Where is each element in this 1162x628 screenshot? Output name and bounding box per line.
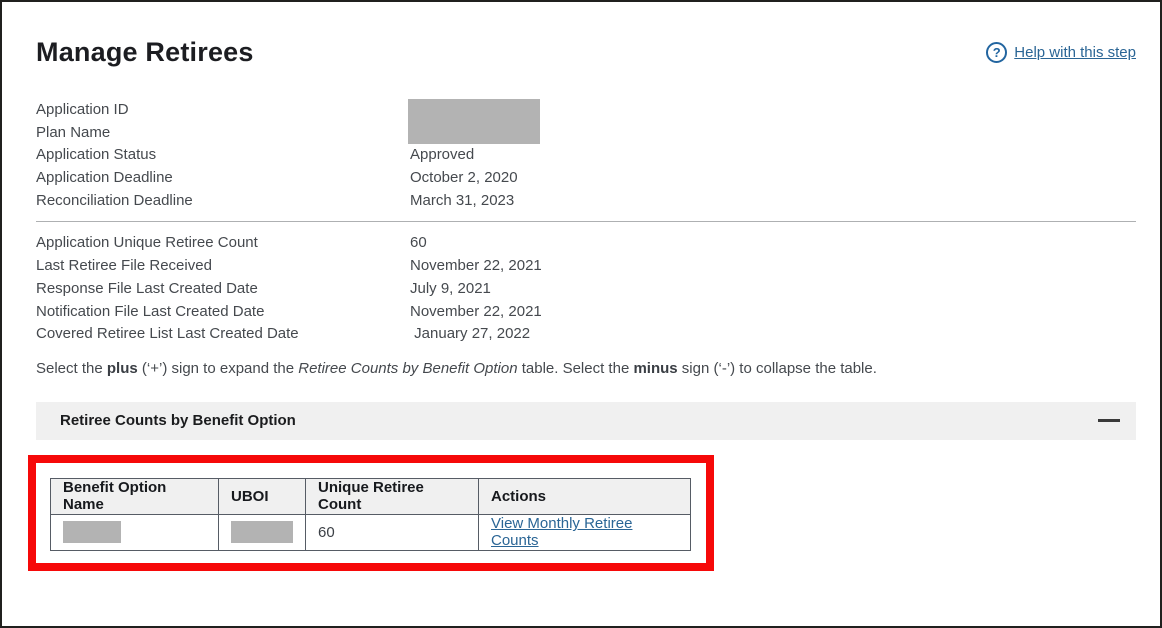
help-with-this-step-link[interactable]: ? Help with this step [986, 42, 1136, 63]
table-row: 60 View Monthly Retiree Counts [51, 514, 691, 550]
instruction-text: sign (‘-’) to collapse the table. [678, 360, 877, 377]
instruction-italic-table-name: Retiree Counts by Benefit Option [298, 360, 517, 377]
detail-row: Reconciliation Deadline March 31, 2023 [36, 190, 1136, 213]
detail-value: October 2, 2020 [410, 167, 518, 190]
column-header-uboi: UBOI [219, 478, 306, 514]
detail-label: Reconciliation Deadline [36, 190, 410, 213]
detail-label: Covered Retiree List Last Created Date [36, 323, 410, 346]
expand-collapse-instruction: Select the plus (‘+’) sign to expand the… [36, 359, 1136, 378]
detail-row: Application Deadline October 2, 2020 [36, 167, 1136, 190]
red-highlight-annotation: Benefit Option Name UBOI Unique Retiree … [28, 455, 714, 571]
detail-row: Covered Retiree List Last Created Date J… [36, 323, 1136, 346]
detail-row: Application Status Approved [36, 144, 1136, 167]
detail-value: January 27, 2022 [410, 323, 530, 346]
page-title: Manage Retirees [36, 36, 254, 68]
cell-unique-retiree-count: 60 [306, 514, 479, 550]
detail-value: 60 [410, 232, 427, 255]
detail-label: Response File Last Created Date [36, 278, 410, 301]
instruction-bold-plus: plus [107, 360, 138, 377]
detail-row: Notification File Last Created Date Nove… [36, 301, 1136, 324]
main-content: Manage Retirees ? Help with this step Ap… [2, 2, 1160, 576]
cell-benefit-option-name [51, 514, 219, 550]
cell-actions: View Monthly Retiree Counts [479, 514, 691, 550]
detail-row: Last Retiree File Received November 22, … [36, 255, 1136, 278]
question-circle-icon: ? [986, 42, 1007, 63]
column-header-unique-retiree-count: Unique Retiree Count [306, 478, 479, 514]
redacted-value-block [408, 99, 540, 144]
instruction-bold-minus: minus [633, 360, 677, 377]
column-header-benefit-option-name: Benefit Option Name [51, 478, 219, 514]
detail-label: Application ID [36, 99, 410, 122]
instruction-text: table. Select the [518, 360, 634, 377]
detail-value: March 31, 2023 [410, 190, 514, 213]
detail-label: Plan Name [36, 122, 410, 145]
detail-row: Application ID [36, 99, 1136, 122]
detail-label: Notification File Last Created Date [36, 301, 410, 324]
detail-row: Plan Name [36, 122, 1136, 145]
application-details-secondary: Application Unique Retiree Count 60 Last… [36, 232, 1136, 345]
detail-value: November 22, 2021 [410, 301, 542, 324]
detail-label: Last Retiree File Received [36, 255, 410, 278]
section-divider [36, 221, 1136, 222]
table-header-row: Benefit Option Name UBOI Unique Retiree … [51, 478, 691, 514]
accordion-title: Retiree Counts by Benefit Option [60, 412, 296, 429]
detail-label: Application Status [36, 144, 410, 167]
detail-label: Application Unique Retiree Count [36, 232, 410, 255]
retiree-counts-table: Benefit Option Name UBOI Unique Retiree … [50, 478, 691, 551]
detail-label: Application Deadline [36, 167, 410, 190]
page: Manage Retirees ? Help with this step Ap… [0, 0, 1162, 628]
detail-value: July 9, 2021 [410, 278, 491, 301]
page-header: Manage Retirees ? Help with this step [36, 36, 1136, 68]
retiree-counts-accordion-header[interactable]: Retiree Counts by Benefit Option [36, 402, 1136, 440]
minus-icon[interactable] [1098, 419, 1120, 422]
detail-value: November 22, 2021 [410, 255, 542, 278]
detail-row: Application Unique Retiree Count 60 [36, 232, 1136, 255]
redacted-value [63, 521, 121, 543]
detail-row: Response File Last Created Date July 9, … [36, 278, 1136, 301]
instruction-text: (‘+’) sign to expand the [138, 360, 299, 377]
view-monthly-retiree-counts-link[interactable]: View Monthly Retiree Counts [491, 515, 632, 549]
help-link-label: Help with this step [1014, 44, 1136, 61]
detail-value: Approved [410, 144, 474, 167]
column-header-actions: Actions [479, 478, 691, 514]
instruction-text: Select the [36, 360, 107, 377]
application-details-primary: Application ID Plan Name Application Sta… [36, 99, 1136, 212]
cell-uboi [219, 514, 306, 550]
redacted-value [231, 521, 293, 543]
